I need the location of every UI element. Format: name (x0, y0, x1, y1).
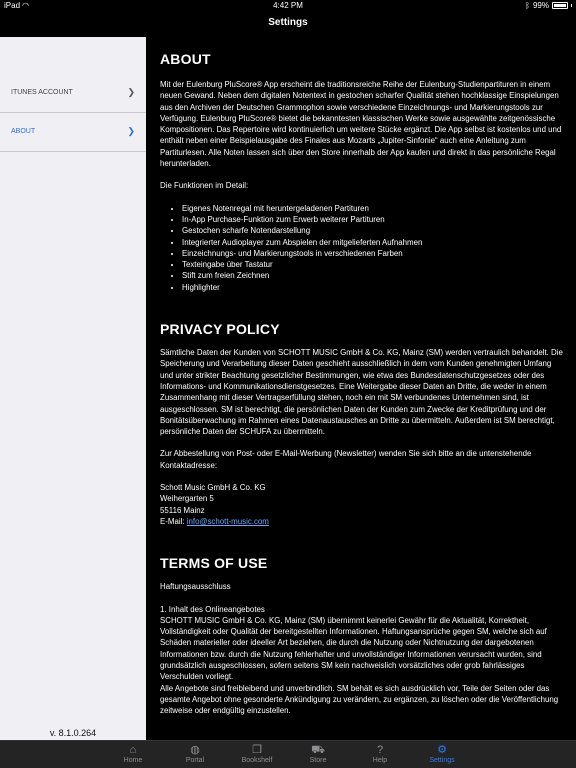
list-item: Highlighter (182, 282, 564, 293)
globe-icon: ◍ (190, 744, 200, 756)
privacy-heading: PRIVACY POLICY (160, 321, 280, 338)
list-item: Integrierter Audioplayer zum Abspielen d… (182, 237, 564, 248)
about-intro: Mit der Eulenburg PluScore® App erschein… (160, 80, 562, 169)
terms-section-body-2: Alle Angebote sind freibleibend und unve… (160, 683, 559, 716)
terms-heading: TERMS OF USE (160, 555, 268, 572)
tab-label: Portal (185, 757, 205, 764)
tab-label: Home (123, 757, 143, 764)
battery-level (554, 4, 566, 7)
terms-subtitle: Haftungsausschluss (160, 582, 231, 592)
status-time: 4:42 PM (273, 1, 303, 10)
address-street: Weihergarten 5 (160, 494, 214, 504)
features-title: Die Funktionen im Detail: (160, 181, 249, 191)
nav-bar: Settings (0, 12, 576, 36)
sidebar-divider (0, 151, 146, 152)
book-icon: ❒ (252, 744, 262, 756)
status-right: ᛒ 99% (525, 1, 572, 10)
privacy-unsubscribe: Zur Abbestellung von Post- oder E-Mail-W… (160, 449, 532, 470)
bluetooth-icon: ᛒ (525, 1, 530, 10)
app-version: v. 8.1.0.264 (49, 728, 97, 738)
page-title: Settings (268, 17, 308, 28)
sidebar-item-itunes-account[interactable]: ITUNES ACCOUNT ❯ (0, 73, 146, 112)
cart-icon: ⛟ (311, 744, 325, 756)
tab-label: Help (372, 757, 388, 764)
list-item: Einzeichnungs- und Markierungstools in v… (182, 248, 564, 259)
chevron-right-icon: ❯ (127, 87, 135, 97)
home-icon: ⌂ (129, 744, 137, 756)
tab-portal[interactable]: ◍ Portal (165, 743, 225, 764)
battery-percent: 99% (532, 1, 549, 10)
list-item: In-App Purchase-Funktion zum Erwerb weit… (182, 214, 564, 225)
status-bar: iPad ◠ 4:42 PM ᛒ 99% (0, 0, 576, 12)
sidebar-item-label: ITUNES ACCOUNT (11, 89, 73, 96)
privacy-body: Sämtliche Daten der Kunden von SCHOTT MU… (160, 348, 563, 437)
email-label: E-Mail: (160, 516, 187, 526)
tab-home[interactable]: ⌂ Home (103, 743, 163, 764)
list-item: Eigenes Notenregal mit heruntergeladenen… (182, 203, 564, 214)
address-city: 55116 Mainz (160, 505, 205, 515)
gear-icon: ⚙ (437, 744, 447, 756)
tab-help[interactable]: ? Help (350, 743, 410, 764)
list-item: Stift zum freien Zeichnen (182, 270, 564, 281)
list-item: Gestochen scharfe Notendarstellung (182, 225, 564, 236)
about-heading: ABOUT (160, 51, 211, 67)
chevron-right-icon: ❯ (127, 126, 135, 136)
list-item: Texteingabe über Tastatur (182, 259, 564, 270)
tab-label: Settings (429, 757, 455, 764)
terms-section-title: 1. Inhalt des Onlineangebotes (160, 604, 265, 614)
tab-label: Store (309, 757, 327, 764)
tab-bar: ⌂ Home ◍ Portal ❒ Bookshelf ⛟ Store ? He… (0, 740, 576, 768)
email-line: E-Mail: info@schott-music.com (160, 516, 564, 527)
address-name: Schott Music GmbH & Co. KG (160, 483, 266, 493)
tab-label: Bookshelf (241, 757, 273, 764)
battery-icon (552, 2, 568, 9)
about-content[interactable]: ABOUT Mit der Eulenburg PluScore® App er… (160, 37, 564, 740)
tab-store[interactable]: ⛟ Store (288, 743, 348, 764)
help-icon: ? (376, 744, 384, 756)
terms-section-body: SCHOTT MUSIC GmbH & Co. KG, Mainz (SM) ü… (160, 615, 547, 682)
sidebar-item-about[interactable]: ABOUT ❯ (0, 112, 146, 151)
tab-settings[interactable]: ⚙ Settings (412, 743, 472, 764)
sidebar-item-label: ABOUT (11, 128, 36, 135)
settings-sidebar: ITUNES ACCOUNT ❯ ABOUT ❯ v. 8.1.0.264 (0, 37, 146, 740)
tab-bookshelf[interactable]: ❒ Bookshelf (227, 743, 287, 764)
email-link[interactable]: info@schott-music.com (187, 517, 269, 526)
features-list: Eigenes Notenregal mit heruntergeladenen… (160, 203, 564, 293)
battery-tip (571, 4, 572, 7)
